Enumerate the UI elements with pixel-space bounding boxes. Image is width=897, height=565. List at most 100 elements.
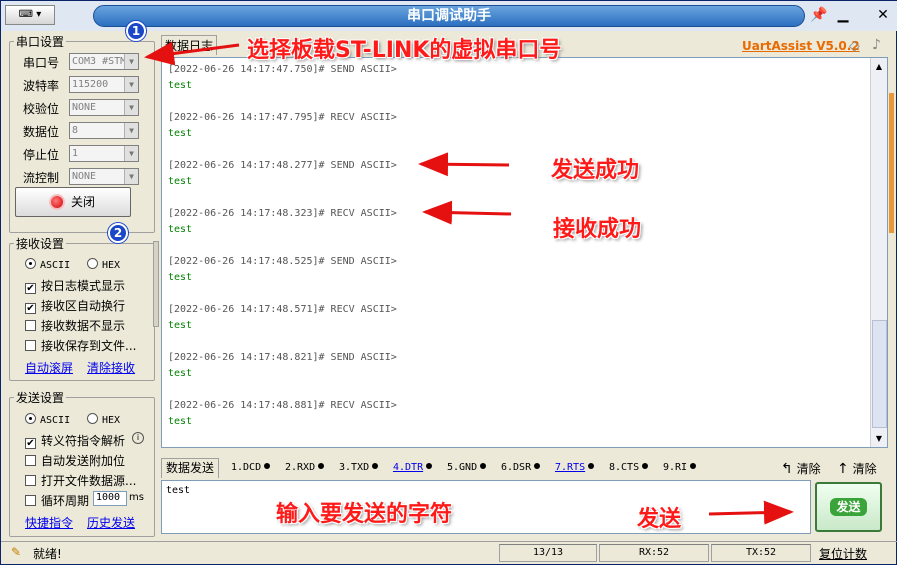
close-port-label: 关闭 [70, 195, 95, 209]
chevron-down-icon[interactable]: ▼ [124, 123, 138, 138]
receive-option[interactable]: ✔ 接收区自动换行 [25, 297, 125, 314]
minimize-icon[interactable]: ▁ [833, 6, 853, 26]
serial-field-select[interactable]: 1 ▼ [69, 145, 139, 162]
chevron-down-icon[interactable]: ▼ [124, 54, 138, 69]
log-entry-data: test [168, 368, 193, 379]
pin-icon[interactable]: 📌 [809, 6, 829, 26]
signal-indicator[interactable]: 4.DTR [393, 462, 433, 473]
log-entry-data: test [168, 416, 193, 427]
serial-field-value: NONE [72, 102, 97, 113]
radio-icon [25, 258, 36, 269]
scroll-down-icon[interactable]: ▼ [871, 430, 887, 447]
log-entry-data: test [168, 224, 193, 235]
chevron-down-icon[interactable]: ▼ [124, 100, 138, 115]
receive-settings-legend: 接收设置 [16, 237, 65, 251]
recv-ascii-label: ASCII [40, 260, 71, 271]
status-ready: 就绪! [33, 547, 62, 561]
signal-dot-icon [690, 463, 697, 469]
signal-dot-icon [642, 463, 649, 469]
checkbox-icon [25, 475, 36, 486]
send-button-label: 发送 [830, 498, 867, 516]
log-entry-data: test [168, 320, 193, 331]
serial-field-label: 数据位 [23, 125, 60, 139]
status-bar: ✎ 就绪! 13/13 RX:52 TX:52 复位计数 [1, 541, 897, 565]
bell-icon[interactable]: ♪ [872, 37, 881, 53]
log-entry-header: [2022-06-26 14:17:48.277]# SEND ASCII> [168, 160, 397, 171]
receive-option-label: 接收保存到文件... [41, 339, 137, 353]
shortcut-link[interactable]: 快捷指令 [25, 514, 73, 531]
close-port-button[interactable]: 关闭 [15, 187, 131, 217]
signal-dot-icon [480, 463, 487, 469]
receive-option[interactable]: 接收数据不显示 [25, 317, 125, 334]
history-link[interactable]: 历史发送 [87, 514, 135, 531]
signal-label: 9.RI [663, 462, 688, 473]
send-hex-label: HEX [102, 415, 121, 426]
scroll-up-icon[interactable]: ▲ [871, 58, 887, 75]
serial-field-select[interactable]: COM3 #STM ▼ [69, 53, 139, 70]
send-option[interactable]: 自动发送附加位 [25, 452, 125, 469]
signal-indicator: 3.TXD [339, 462, 379, 473]
signal-label: 5.GND [447, 462, 478, 473]
recv-ascii-radio[interactable]: ASCII [25, 257, 70, 271]
return-arrow-icon: ↰ [781, 461, 793, 477]
send-option[interactable]: 打开文件数据源... [25, 472, 136, 489]
serial-field-label: 校验位 [23, 102, 60, 116]
serial-field-select[interactable]: NONE ▼ [69, 168, 139, 185]
tab-data-send[interactable]: 数据发送 [161, 458, 219, 478]
send-hex-radio[interactable]: HEX [87, 412, 120, 426]
serial-field-select[interactable]: 8 ▼ [69, 122, 139, 139]
log-entry-header: [2022-06-26 14:17:47.795]# RECV ASCII> [168, 112, 397, 123]
recv-hex-radio[interactable]: HEX [87, 257, 120, 271]
checkbox-icon: ✔ [25, 283, 36, 294]
autoscroll-link[interactable]: 自动滚屏 [25, 359, 73, 376]
serial-field-select[interactable]: 115200 ▼ [69, 76, 139, 93]
send-button[interactable]: 发送 [815, 482, 882, 532]
close-icon[interactable]: ✕ [873, 6, 893, 26]
status-tx: TX:52 [711, 544, 811, 562]
log-entry-data: test [168, 128, 193, 139]
clear-send-button[interactable]: ↰ 清除 [781, 460, 821, 477]
annotation-recv-success: 接收成功 [553, 217, 642, 242]
step-badge-2: 2 [108, 223, 128, 243]
tab-data-log[interactable]: 数据日志 [161, 35, 217, 55]
info-icon[interactable]: i [132, 432, 144, 444]
receive-option[interactable]: 接收保存到文件... [25, 337, 136, 354]
diamond-icon[interactable]: ◇ [849, 38, 860, 54]
serial-field-value: 115200 [72, 79, 109, 90]
collapse-handle[interactable] [153, 241, 159, 327]
send-option[interactable]: ✔ 转义符指令解析 [25, 432, 125, 449]
reset-count-button[interactable]: 复位计数 [819, 545, 867, 562]
status-count: 13/13 [499, 544, 597, 562]
brand-link[interactable]: UartAssist V5.0.2 [742, 39, 860, 53]
send-toolbar: 数据发送 1.DCD 2.RXD 3.TXD 4.DTR 5.GND 6.DSR 7.RTS… [161, 458, 888, 478]
send-option[interactable]: 循环周期 [25, 492, 89, 509]
serial-field-select[interactable]: NONE ▼ [69, 99, 139, 116]
checkbox-icon [25, 495, 36, 506]
chevron-down-icon[interactable]: ▼ [124, 146, 138, 161]
signal-indicator[interactable]: 7.RTS [555, 462, 595, 473]
serial-field-label: 波特率 [23, 79, 60, 93]
receive-option-label: 按日志模式显示 [41, 279, 126, 293]
receive-option-label: 接收区自动换行 [41, 299, 126, 313]
signal-label: 6.DSR [501, 462, 532, 473]
checkbox-icon [25, 455, 36, 466]
annotation-input-chars: 输入要发送的字符 [276, 502, 453, 527]
signal-label: 7.RTS [555, 462, 586, 473]
serial-field-value: NONE [72, 171, 97, 182]
system-menu-button[interactable]: ⌨ ▾ [5, 5, 55, 25]
signal-dot-icon [426, 463, 433, 469]
log-scrollbar[interactable]: ▲ ▼ [870, 58, 887, 447]
chevron-down-icon[interactable]: ▼ [124, 169, 138, 184]
receive-option[interactable]: ✔ 按日志模式显示 [25, 277, 125, 294]
window-title: 串口调试助手 [93, 5, 805, 27]
chevron-down-icon[interactable]: ▼ [124, 77, 138, 92]
serial-field-value: COM3 #STM [72, 56, 127, 67]
clear-all-button[interactable]: ↑ 清除 [837, 460, 877, 477]
send-ascii-label: ASCII [40, 415, 71, 426]
send-ascii-radio[interactable]: ASCII [25, 412, 70, 426]
send-input[interactable]: test [161, 480, 811, 534]
period-input[interactable]: 1000 [93, 491, 127, 506]
scroll-thumb[interactable] [872, 320, 887, 428]
receive-log[interactable]: [2022-06-26 14:17:47.750]# SEND ASCII> te… [161, 57, 888, 448]
clear-receive-link[interactable]: 清除接收 [87, 359, 135, 376]
